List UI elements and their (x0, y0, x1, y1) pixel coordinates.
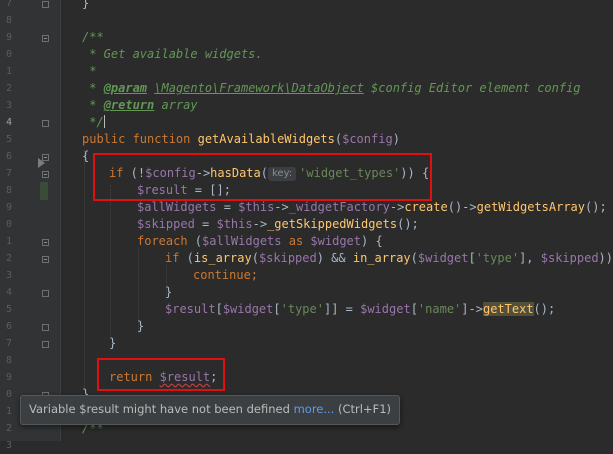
line-number: 2 (5, 253, 12, 264)
line-number: 5 (5, 134, 12, 145)
line-number: 8 (5, 355, 12, 366)
highlighted-method: getText (482, 302, 534, 316)
code-line: foreach ($allWidgets as $widget) { (137, 234, 383, 248)
code-line: { (82, 149, 90, 163)
line-number: 0 (5, 389, 12, 400)
code-line: if (is_array($skipped) && in_array($widg… (165, 251, 613, 265)
indent-guide (84, 150, 85, 390)
vcs-change-marker[interactable] (40, 182, 48, 200)
code-line: $result[$widget['type']] = $widget['name… (165, 302, 556, 316)
line-number: 2 (5, 83, 12, 94)
code-line: $allWidgets = $this->_widgetFactory->cre… (137, 200, 607, 214)
fold-collapse-icon[interactable] (42, 171, 49, 178)
tooltip-more-link[interactable]: more... (294, 402, 335, 416)
line-number: 7 (5, 168, 12, 179)
tooltip-message: Variable $result might have not been def… (29, 402, 294, 416)
editor-gutter: 7 8 9 0 1 2 3 4 5 6 7 8 9 0 1 2 3 4 5 6 … (0, 0, 61, 451)
code-line: * Get available widgets. (82, 47, 263, 61)
line-number: 8 (5, 185, 12, 196)
code-line: $skipped = $this->_getSkippedWidgets(); (137, 217, 419, 231)
code-line: * (82, 64, 97, 78)
line-number: 3 (5, 100, 12, 111)
line-number: 4 (5, 287, 12, 298)
fold-marker-icon[interactable] (42, 290, 49, 297)
annotation-box-if-block (93, 153, 432, 201)
fold-marker-icon[interactable] (42, 324, 49, 331)
line-number: 5 (5, 304, 12, 315)
line-number: 1 (5, 406, 12, 417)
line-number: 1 (5, 236, 12, 247)
line-number-current: 4 (5, 117, 12, 128)
line-number: 7 (5, 0, 12, 9)
tooltip-shortcut: (Ctrl+F1) (334, 402, 392, 416)
line-number: 0 (5, 49, 12, 60)
code-line: /** (82, 30, 104, 44)
override-marker-icon[interactable] (38, 158, 45, 168)
code-line: } (82, 0, 90, 10)
line-number: 6 (5, 321, 12, 332)
code-line: * @return array (82, 98, 198, 112)
code-line: } (165, 285, 173, 299)
fold-marker-icon[interactable] (42, 1, 49, 8)
code-line: */ (82, 115, 105, 129)
line-number: 7 (5, 338, 12, 349)
line-number: 9 (5, 32, 12, 43)
line-number: 0 (5, 219, 12, 230)
fold-marker-icon[interactable] (42, 341, 49, 348)
code-line: } (109, 336, 117, 350)
code-line: } (137, 319, 145, 333)
line-number: 9 (5, 202, 12, 213)
annotation-box-return (97, 358, 225, 391)
fold-collapse-icon[interactable] (42, 239, 49, 246)
code-line: public function getAvailableWidgets($con… (82, 132, 400, 146)
line-number: 3 (5, 440, 12, 451)
line-number: 1 (5, 66, 12, 77)
fold-collapse-icon[interactable] (42, 35, 49, 42)
line-number: 9 (5, 372, 12, 383)
text-caret (103, 115, 105, 128)
code-line: * @param \Magento\Framework\DataObject $… (82, 81, 581, 95)
line-number: 3 (5, 270, 12, 281)
indent-guide (110, 185, 111, 335)
line-number: 6 (5, 151, 12, 162)
fold-collapse-icon[interactable] (42, 256, 49, 263)
line-number: 2 (5, 423, 12, 434)
line-number: 8 (5, 15, 12, 26)
fold-marker-icon[interactable] (42, 120, 49, 127)
code-line: continue; (193, 268, 259, 282)
inspection-tooltip: Variable $result might have not been def… (20, 395, 401, 425)
